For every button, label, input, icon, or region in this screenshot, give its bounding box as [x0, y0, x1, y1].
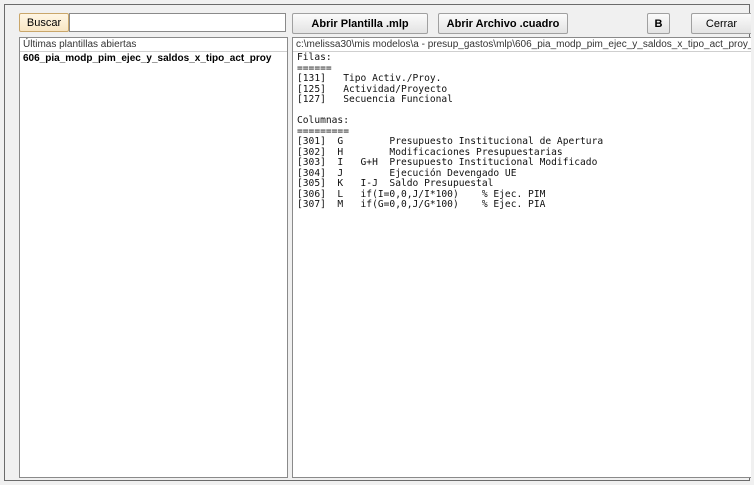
- open-file-button[interactable]: Abrir Archivo .cuadro: [438, 13, 568, 34]
- recent-templates-panel: Últimas plantillas abiertas 606_pia_modp…: [19, 37, 288, 478]
- open-template-button[interactable]: Abrir Plantilla .mlp: [292, 13, 428, 34]
- recent-templates-header: Últimas plantillas abiertas: [20, 38, 287, 52]
- search-input[interactable]: [69, 13, 286, 32]
- template-path: c:\melissa30\mis modelos\a - presup_gast…: [293, 38, 751, 52]
- close-button[interactable]: Cerrar: [691, 13, 751, 34]
- search-button[interactable]: Buscar: [19, 13, 69, 32]
- main-window: Buscar Abrir Plantilla .mlp Abrir Archiv…: [4, 4, 751, 481]
- template-preview-panel: c:\melissa30\mis modelos\a - presup_gast…: [292, 37, 751, 478]
- recent-template-item[interactable]: 606_pia_modp_pim_ejec_y_saldos_x_tipo_ac…: [20, 52, 287, 65]
- b-button[interactable]: B: [647, 13, 670, 34]
- template-content[interactable]: Filas: ====== [131] Tipo Activ./Proy. [1…: [293, 52, 751, 212]
